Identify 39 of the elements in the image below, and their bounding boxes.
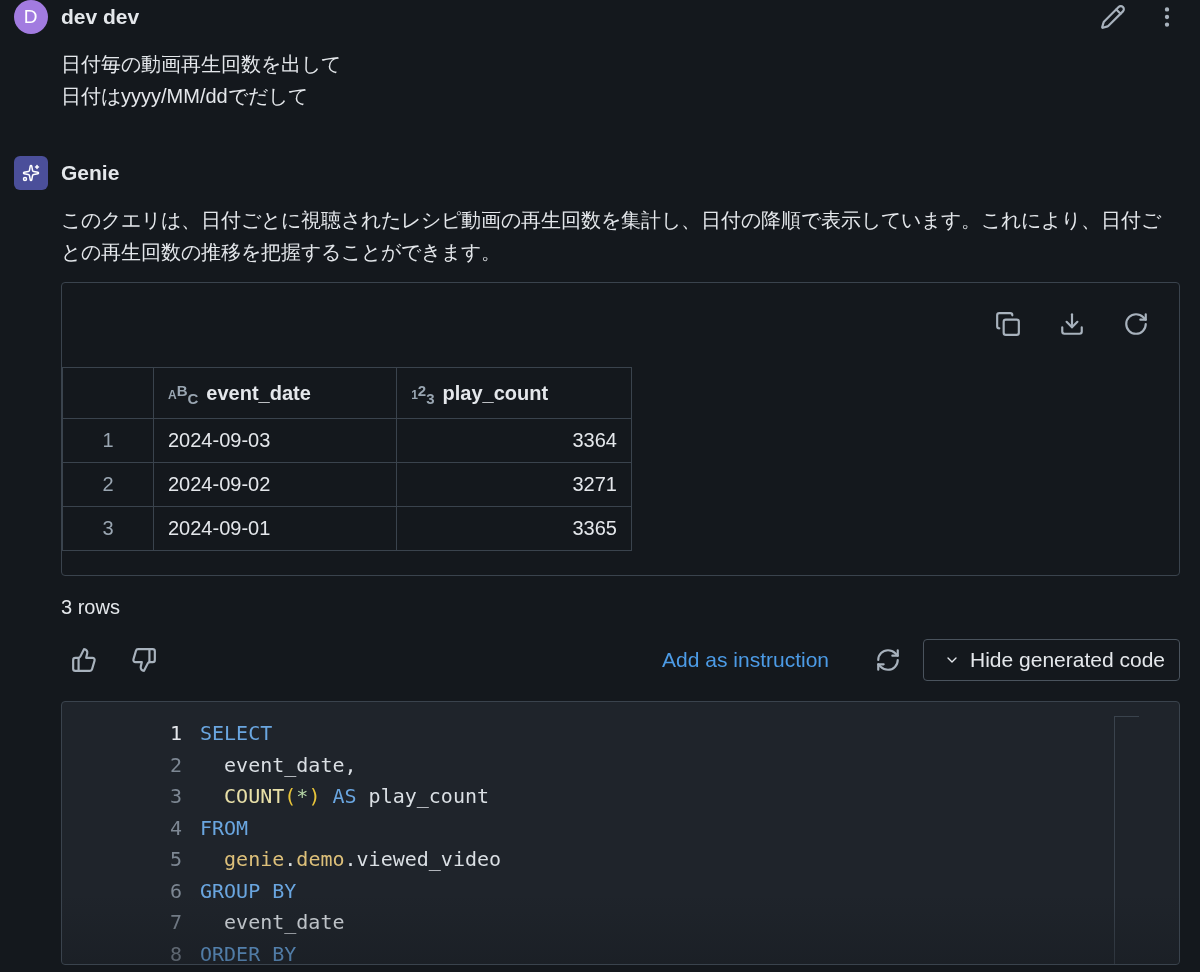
table-cell: 2024-09-03 [153,418,397,463]
table-cell: 3364 [396,418,632,463]
copy-icon[interactable] [995,311,1021,337]
table-cell: 3365 [396,506,632,551]
author-name: Genie [61,161,120,185]
download-icon[interactable] [1059,311,1085,337]
line-number: 1 [168,720,183,747]
code-line: COUNT(*) AS play_count [223,783,489,810]
user-avatar: D [13,0,48,34]
line-number: 7 [168,909,183,936]
toggle-code-button[interactable]: Hide generated code [923,639,1180,681]
line-number: 2 [168,751,183,779]
row-number: 2 [62,462,154,507]
message-line: 日付はyyyy/MM/ddでだして [61,84,309,109]
message-line: 日付毎の動画再生回数を出して [61,52,342,77]
code-line: event_date, [223,751,357,779]
edit-icon[interactable] [1100,4,1126,30]
table-cell: 2024-09-01 [153,506,397,551]
code-line: FROM [200,814,249,842]
table-cell: 3271 [396,462,632,507]
sparkle-icon [13,156,48,190]
row-number: 3 [62,506,154,551]
author-name: dev dev [61,5,140,29]
code-line: genie.demo.viewed_video [223,846,502,873]
code-line: event_date [223,909,345,936]
add-instruction-link[interactable]: Add as instruction [656,647,835,673]
row-number: 1 [62,418,154,463]
line-number: 6 [168,877,183,905]
code-line: SELECT [200,720,273,747]
line-number: 4 [168,814,183,842]
refresh-icon[interactable] [1123,311,1149,337]
code-line: ORDER BY [200,940,297,964]
line-number: 8 [168,940,183,964]
code-line: GROUP BY [200,877,297,905]
row-count: 3 rows [61,596,121,619]
line-number: 3 [168,783,183,810]
table-cell: 2024-09-02 [153,462,397,507]
line-number: 5 [168,846,183,873]
reply-text: このクエリは、日付ごとに視聴されたレシピ動画の再生回数を集計し、日付の降順で表示しています。これにより、日付ごとの再生回数の推移を把握することができます。 [61,208,1162,265]
